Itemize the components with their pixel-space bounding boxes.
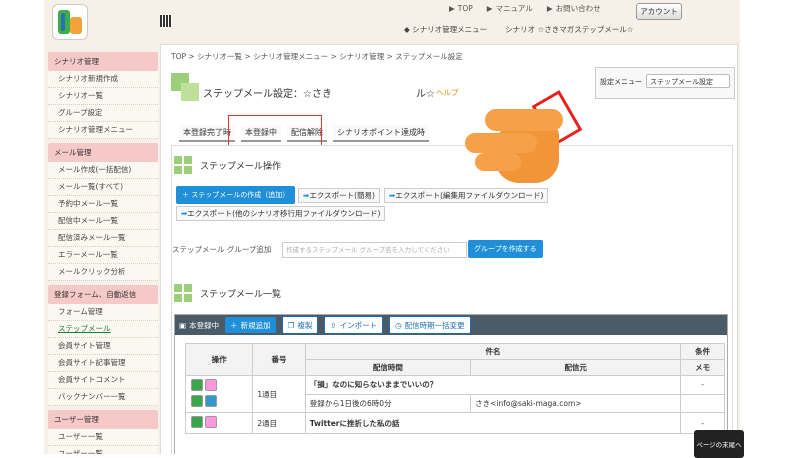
sidebar-item-step-mail[interactable]: ステップメール [48,321,158,338]
create-step-mail-button[interactable]: ＋ ステップメールの作成（追加） [176,186,296,204]
sidebar-item[interactable]: メール作成(一括配信) [48,162,158,179]
document-icon[interactable] [191,395,203,407]
sidebar-item[interactable]: エラーメール一覧 [48,247,158,264]
pointing-hand-illustration [455,90,583,195]
row-actions [184,375,254,413]
sidebar-item[interactable]: 配信中メール一覧 [48,213,158,230]
sidebar-item[interactable]: バックナンバー一覧 [48,389,158,406]
duplicate-button[interactable]: ❐ 複製 [281,316,319,334]
page-icon [171,73,199,103]
col-op: 操作 [184,343,254,376]
list-section-title: ステップメール一覧 [174,284,281,302]
import-button[interactable]: ⇧ インポート [324,316,384,334]
sidebar-item[interactable]: シナリオ新規作成 [48,71,158,88]
add-new-button[interactable]: ＋ 新規追加 [225,317,276,333]
sidebar-item[interactable]: メール一覧(すべて) [48,179,158,196]
bulk-schedule-button[interactable]: ◷ 配信時期一括変更 [389,316,471,334]
ops-section-title: ステップメール操作 [174,156,281,174]
row-memo [680,393,725,413]
row-actions [184,412,254,434]
step-mail-table: 操作 番号 件名 条件 配信時間 配信元 メモ 1通目 「損」なのに知らないまま… [184,343,725,434]
edit-icon[interactable] [191,379,203,391]
col-num: 番号 [252,343,306,376]
col-cond: 条件 [680,343,725,360]
sidebar-item[interactable]: フォーム管理 [48,304,158,321]
sidebar-heading: ユーザー管理 [48,410,158,429]
create-group-button[interactable]: グループを作成する [468,240,543,258]
row-num: 2通目 [252,412,306,434]
sidebar-item[interactable]: 会員サイト管理 [48,338,158,355]
sidebar: シナリオ管理 シナリオ新規作成 シナリオ一覧 グループ設定 シナリオ管理メニュー… [48,48,158,454]
sidebar-item[interactable]: グループ設定 [48,105,158,122]
table-row: 2通目 Twitterに挫折した私の話 - [184,412,725,434]
left-margin [0,0,44,454]
main-content: TOP > シナリオ一覧 > シナリオ管理メニュー > シナリオ管理 > ステッ… [160,44,738,454]
row-cond: - [680,375,725,395]
step-mail-list: ▣ 本登録中 ＋ 新規追加 ❐ 複製 ⇧ インポート ◷ 配信時期一括変更 操作… [174,314,728,454]
col-memo: メモ [680,359,725,376]
sidebar-item[interactable]: シナリオ一覧 [48,88,158,105]
setting-menu-label: 設定メニュー [600,78,642,86]
sidebar-item[interactable]: シナリオ管理メニュー [48,122,158,139]
scenario-menu-link[interactable]: ◆ シナリオ管理メニュー [404,24,487,35]
grid-icon [174,284,192,302]
header-menu: ◆ シナリオ管理メニュー シナリオ ☆さきマガステップメール☆ [404,24,634,35]
screen: ▶ TOP ▶ マニュアル ▶ お問い合わせ アカウント ◆ シナリオ管理メニュ… [0,0,800,458]
sidebar-item[interactable]: ユーザー一覧 [48,446,158,454]
table-row: 1通目 「損」なのに知らないままでいいの？ - [184,375,725,413]
group-add-label: ステップメール グループ追加 [172,245,272,254]
contact-link[interactable]: ▶ お問い合わせ [547,3,601,14]
tab-completed[interactable]: 本登録完了時 [179,125,235,142]
setting-menu: 設定メニュー ステップメール設定 [595,67,735,99]
grid-icon [174,156,192,174]
content-panel: ステップメール操作 ＋ ステップメールの作成（追加） ➡エクスポート(簡易) ➡… [171,145,733,454]
top-link[interactable]: ▶ TOP [449,3,473,14]
sidebar-item[interactable]: 会員サイトコメント [48,372,158,389]
export-migrate-button[interactable]: ➡エクスポート(他のシナリオ移行用ファイルダウンロード) [176,206,386,221]
col-from: 配信元 [470,359,682,376]
col-subject: 件名 [304,343,682,360]
page-title: ステップメール設定：☆さき ル☆ [203,89,435,100]
row-from: さき<info@saki-maga.com> [470,393,682,413]
scenario-select[interactable]: シナリオ ☆さきマガステップメール☆ [505,24,633,35]
edit-icon[interactable] [191,416,203,428]
delete-icon[interactable] [205,416,217,428]
setting-menu-select[interactable]: ステップメール設定 [646,74,730,88]
sidebar-heading: 登録フォーム、自動返信 [48,285,158,304]
preview-icon[interactable] [205,395,217,407]
row-num: 1通目 [252,375,306,413]
list-toolbar: ▣ 本登録中 ＋ 新規追加 ❐ 複製 ⇧ インポート ◷ 配信時期一括変更 [175,315,727,335]
right-margin [740,0,800,454]
tab-point-achieved[interactable]: シナリオポイント達成時 [333,125,429,142]
sidebar-item[interactable]: メールクリック分析 [48,264,158,281]
top-links: ▶ TOP ▶ マニュアル ▶ お問い合わせ [449,3,601,14]
sidebar-heading: シナリオ管理 [48,52,158,71]
breadcrumb[interactable]: TOP > シナリオ一覧 > シナリオ管理メニュー > シナリオ管理 > ステッ… [171,51,463,62]
delete-icon[interactable] [205,379,217,391]
group-name-input[interactable]: 作成するステップメール グループ名を入力してください [282,242,467,258]
manual-link[interactable]: ▶ マニュアル [487,3,533,14]
app-logo[interactable] [52,4,88,40]
sidebar-item[interactable]: 配信済みメール一覧 [48,230,158,247]
sidebar-item[interactable]: ユーザー一覧 [48,429,158,446]
sidebar-item[interactable]: 予約中メール一覧 [48,196,158,213]
export-simple-button[interactable]: ➡エクスポート(簡易) [298,188,380,203]
qr-code-icon[interactable] [160,15,172,27]
account-button[interactable]: アカウント [636,3,682,20]
row-subject[interactable]: Twitterに挫折した私の話 [304,412,682,434]
col-time: 配信時間 [304,359,472,376]
app-window: ▶ TOP ▶ マニュアル ▶ お問い合わせ アカウント ◆ シナリオ管理メニュ… [44,0,740,454]
row-time: 登録から1日後の6時0分 [304,393,472,413]
row-subject[interactable]: 「損」なのに知らないままでいいの？ [304,375,682,395]
sidebar-heading: メール管理 [48,143,158,162]
sidebar-item[interactable]: 会員サイト記事管理 [48,355,158,372]
list-toolbar-title: ▣ 本登録中 [179,320,220,330]
header: ▶ TOP ▶ マニュアル ▶ お問い合わせ アカウント ◆ シナリオ管理メニュ… [44,0,740,40]
